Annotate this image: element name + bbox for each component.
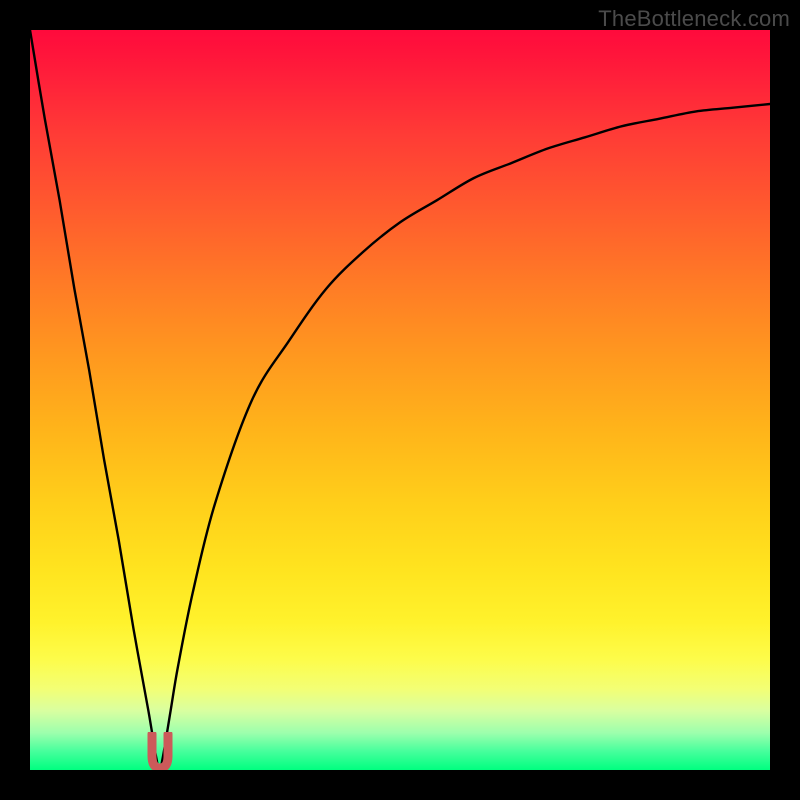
bottleneck-curve (30, 30, 770, 770)
watermark-text: TheBottleneck.com (598, 6, 790, 32)
plot-area (30, 30, 770, 770)
curve-path (30, 30, 770, 770)
chart-frame: TheBottleneck.com (0, 0, 800, 800)
